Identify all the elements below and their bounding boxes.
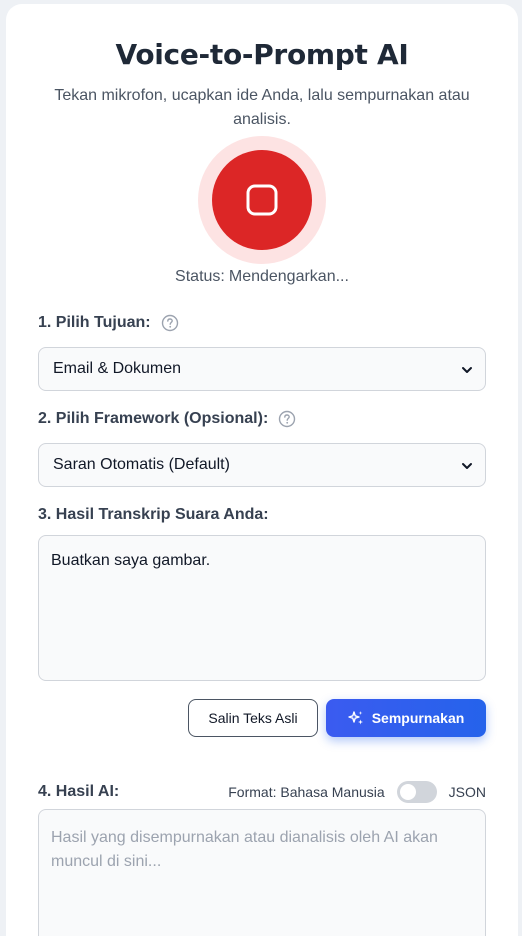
chevron-down-icon	[461, 363, 473, 381]
framework-selected: Saran Otomatis (Default)	[53, 456, 230, 473]
purpose-label-row: 1. Pilih Tujuan:	[38, 314, 179, 332]
status-value: Mendengarkan...	[228, 268, 349, 285]
format-switch-group: Format: Bahasa Manusia JSON	[228, 781, 486, 803]
format-toggle[interactable]	[396, 781, 437, 803]
refine-label: Sempurnakan	[371, 710, 465, 726]
framework-label-row: 2. Pilih Framework (Opsional):	[38, 410, 296, 428]
purpose-select[interactable]: Email & Dokumen	[38, 347, 486, 391]
page-subtitle: Tekan mikrofon, ucapkan ide Anda, lalu s…	[54, 87, 470, 128]
framework-label: 2. Pilih Framework (Opsional):	[38, 410, 269, 427]
status-label: Status:	[175, 268, 225, 285]
ai-result-output[interactable]: Hasil yang disempurnakan atau dianalisis…	[38, 809, 486, 936]
purpose-selected: Email & Dokumen	[53, 360, 182, 377]
sparkles-icon	[348, 710, 364, 726]
transcript-label-row: 3. Hasil Transkrip Suara Anda:	[38, 506, 269, 524]
mic-pulse-ring	[198, 136, 326, 264]
copy-original-label: Salin Teks Asli	[208, 710, 298, 726]
record-toggle-button[interactable]	[212, 150, 312, 250]
transcript-textarea[interactable]: Buatkan saya gambar.	[38, 535, 486, 681]
result-label: 4. Hasil AI:	[38, 783, 120, 800]
recording-status: Status: Mendengarkan...	[6, 268, 518, 286]
transcript-label: 3. Hasil Transkrip Suara Anda:	[38, 506, 269, 523]
format-json-label: JSON	[448, 784, 486, 800]
toggle-knob	[399, 784, 416, 800]
chevron-down-icon	[461, 459, 473, 477]
framework-select[interactable]: Saran Otomatis (Default)	[38, 443, 486, 487]
refine-button[interactable]: Sempurnakan	[326, 699, 486, 737]
main-card: Voice-to-Prompt AI Tekan mikrofon, ucapk…	[6, 4, 518, 936]
purpose-label: 1. Pilih Tujuan:	[38, 314, 151, 331]
stop-icon	[245, 183, 279, 217]
page-title: Voice-to-Prompt AI	[115, 38, 409, 71]
result-header: 4. Hasil AI: Format: Bahasa Manusia JSON	[38, 780, 486, 804]
copy-original-button[interactable]: Salin Teks Asli	[188, 699, 318, 737]
help-circle-icon[interactable]	[161, 314, 179, 332]
help-circle-icon[interactable]	[278, 410, 296, 428]
format-label: Format: Bahasa Manusia	[228, 784, 385, 800]
